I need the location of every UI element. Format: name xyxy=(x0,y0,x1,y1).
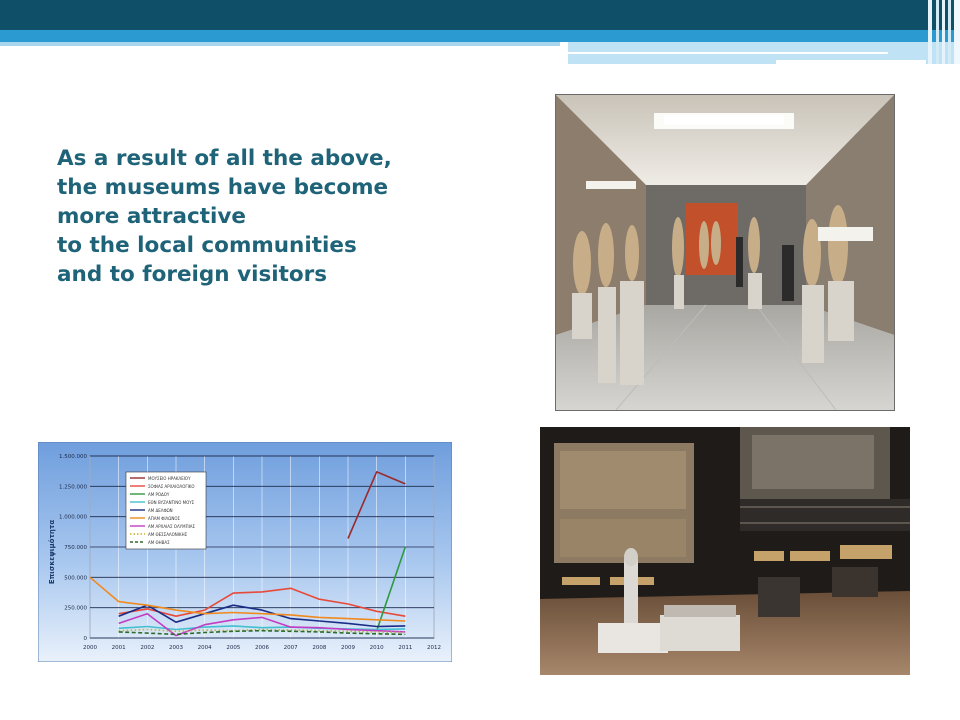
legend-entry: ΜΟΥΣΕΙΟ ΗΡΑΚΛΕΙΟΥ xyxy=(148,476,191,481)
headline-line-3: more attractive xyxy=(57,204,247,229)
legend-entry: ΑΜ ΘΗΒΑΣ xyxy=(148,540,170,545)
y-tick-label: 750.000 xyxy=(64,545,87,551)
x-tick-label: 2004 xyxy=(198,645,212,651)
x-tick-label: 2005 xyxy=(226,645,240,651)
x-tick-label: 2012 xyxy=(427,645,441,651)
museum-gallery-photo xyxy=(555,94,895,411)
legend-entry: ΑΜ ΔΕΛΦΩΝ xyxy=(148,508,173,513)
chart-legend: ΜΟΥΣΕΙΟ ΗΡΑΚΛΕΙΟΥ ΣΟΦΙΑΣ ΑΡΧΑΙΟΛΟΓΙΚΟ ΑΜ Ρ… xyxy=(125,471,207,550)
headline-line-2: the museums have become xyxy=(57,175,389,200)
x-tick-label: 2002 xyxy=(140,645,154,651)
header-band xyxy=(0,0,960,64)
y-tick-label: 1.500.000 xyxy=(59,454,87,460)
legend-entry: ΑΜ ΑΡΧΑΙΑΣ ΟΛΥΜΠΙΑΣ xyxy=(148,524,196,529)
legend-entry: ΑΠΑΜ ΦΙΛΩΝΟΣ xyxy=(148,516,180,521)
y-axis-label: Επισκεψιμότητα xyxy=(48,520,56,585)
x-tick-label: 2003 xyxy=(169,645,183,651)
y-tick-label: 1.000.000 xyxy=(59,515,87,521)
y-tick-label: 1.250.000 xyxy=(59,484,87,490)
x-tick-label: 2010 xyxy=(370,645,384,651)
legend-entry: ΑΜ ΘΕΣΣΑΛΟΝΙΚΗΣ xyxy=(148,532,188,537)
slide-headline: As a result of all the above, the museum… xyxy=(57,144,477,289)
x-tick-label: 2001 xyxy=(112,645,126,651)
x-tick-label: 2011 xyxy=(398,645,412,651)
legend-entry: ΑΜ ΡΟΔΟΥ xyxy=(148,492,170,497)
headline-line-5: and to foreign visitors xyxy=(57,262,328,287)
x-tick-label: 2007 xyxy=(284,645,298,651)
x-tick-label: 2000 xyxy=(83,645,97,651)
x-tick-label: 2008 xyxy=(312,645,326,651)
museum-exhibit-photo xyxy=(540,427,910,675)
x-tick-label: 2009 xyxy=(341,645,355,651)
legend-entry: ΕΘΝ ΒΥΖΑΝΤΙΝΟ ΜΟΥΣ xyxy=(148,500,195,505)
visitor-line-chart: 0 250.000 500.000 750.000 1.000.000 1.250.000… xyxy=(38,442,452,662)
legend-entry: ΣΟΦΙΑΣ ΑΡΧΑΙΟΛΟΓΙΚΟ xyxy=(148,484,195,489)
y-tick-label: 250.000 xyxy=(64,606,87,612)
x-tick-label: 2006 xyxy=(255,645,269,651)
y-tick-label: 0 xyxy=(84,636,88,642)
headline-line-4: to the local communities xyxy=(57,233,357,258)
y-tick-label: 500.000 xyxy=(64,575,87,581)
headline-line-1: As a result of all the above, xyxy=(57,146,392,171)
